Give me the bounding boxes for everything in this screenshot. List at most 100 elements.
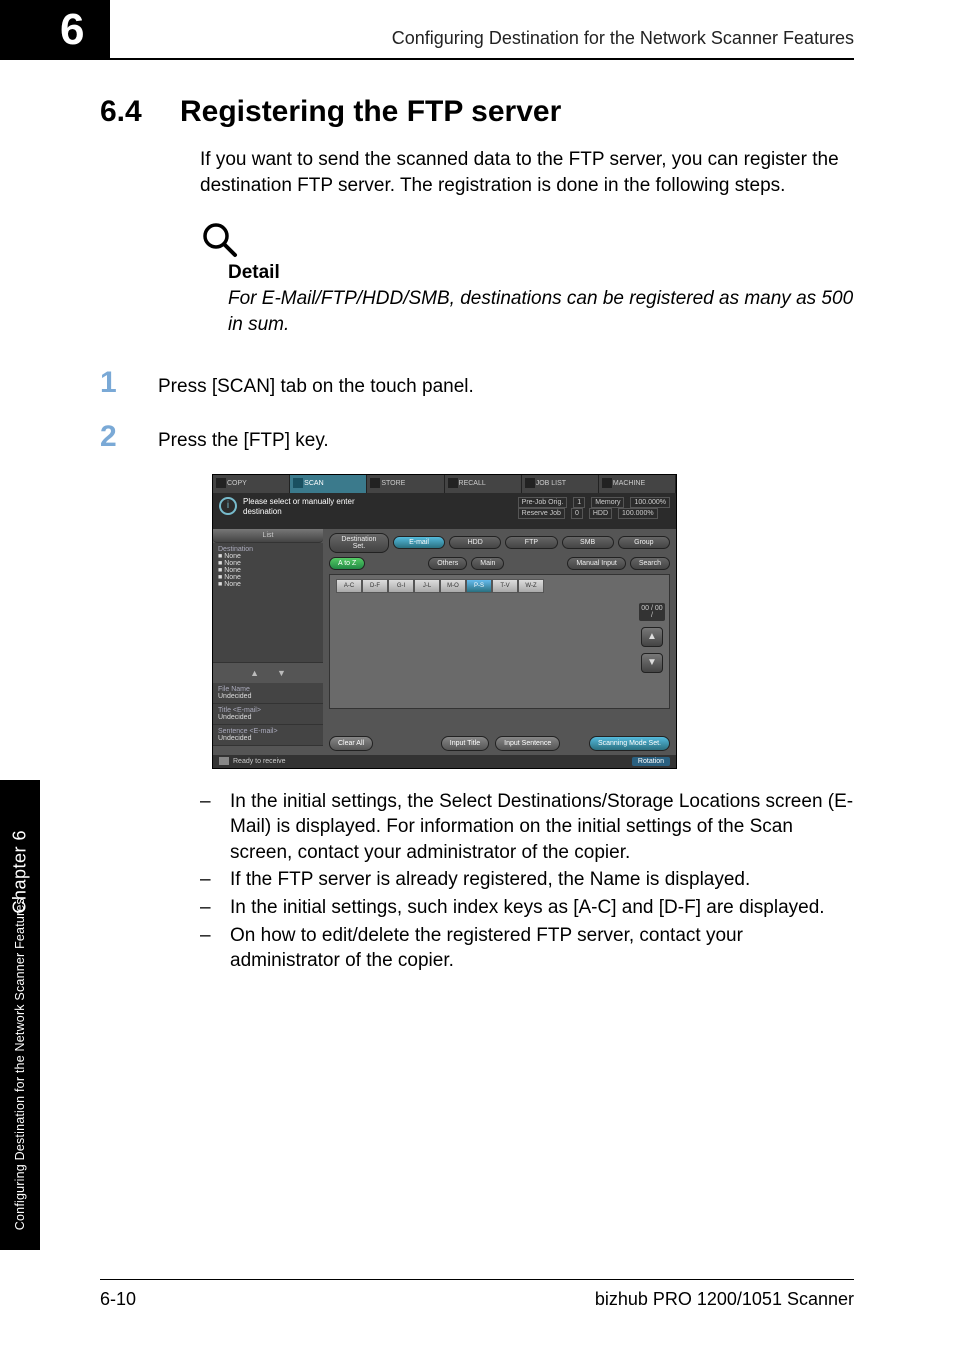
list-button[interactable]: List bbox=[213, 529, 323, 543]
ui-right-column: Destination Set. E-mail HDD FTP SMB Grou… bbox=[323, 529, 676, 755]
destination-set-pill[interactable]: Destination Set. bbox=[329, 533, 389, 553]
destination-block: Destination ■ None ■ None ■ None ■ None … bbox=[213, 543, 323, 663]
note-2: –If the FTP server is already registered… bbox=[200, 867, 854, 893]
side-chapter-tab: Chapter 6 Configuring Destination for th… bbox=[0, 780, 40, 1250]
index-gi[interactable]: G-I bbox=[388, 579, 414, 593]
job-r0c2: Memory bbox=[591, 497, 624, 508]
ui-tabbar: COPY SCAN STORE RECALL JOB LIST MACHINE bbox=[213, 475, 676, 493]
destination-label: Destination bbox=[218, 546, 318, 553]
step-1: 1 Press [SCAN] tab on the touch panel. bbox=[100, 366, 854, 400]
tab-copy[interactable]: COPY bbox=[213, 475, 290, 493]
index-row: A-C D-F G-I J-L M-O P-S T-V W-Z bbox=[336, 579, 544, 593]
dest-item-3: ■ None bbox=[218, 574, 318, 581]
list-pager: 00 / 00 / ▲ ▼ bbox=[639, 603, 665, 673]
section-heading: 6.4Registering the FTP server bbox=[100, 95, 854, 129]
sentence-block: Sentence <E-mail> Undecided bbox=[213, 725, 323, 746]
rotation-button[interactable]: Rotation bbox=[632, 757, 670, 766]
note-1-text: In the initial settings, the Select Dest… bbox=[230, 789, 854, 866]
manual-input-button[interactable]: Manual Input bbox=[567, 557, 625, 570]
dest-item-2: ■ None bbox=[218, 567, 318, 574]
store-icon bbox=[370, 478, 380, 488]
tab-scan[interactable]: SCAN bbox=[290, 475, 367, 493]
section-number: 6.4 bbox=[100, 95, 180, 129]
dest-item-4: ■ None bbox=[218, 581, 318, 588]
tab-copy-label: COPY bbox=[227, 480, 247, 487]
job-r0c0: Pre-Job Orig. bbox=[518, 497, 568, 508]
atoz-button[interactable]: A to Z bbox=[329, 557, 365, 570]
filename-block: File Name Undecided bbox=[213, 683, 323, 704]
machine-icon bbox=[602, 478, 612, 488]
chapter-corner-tab: 6 bbox=[0, 0, 110, 60]
recall-icon bbox=[448, 478, 458, 488]
note-4: –On how to edit/delete the registered FT… bbox=[200, 923, 854, 974]
tab-machine[interactable]: MACHINE bbox=[599, 475, 676, 493]
tab-joblist[interactable]: JOB LIST bbox=[522, 475, 599, 493]
product-name: bizhub PRO 1200/1051 Scanner bbox=[595, 1289, 854, 1310]
info-line1: Please select or manually enter bbox=[243, 497, 355, 506]
main-button[interactable]: Main bbox=[471, 557, 504, 570]
smb-pill[interactable]: SMB bbox=[562, 536, 614, 549]
page-down-button[interactable]: ▼ bbox=[641, 653, 663, 673]
dest-up-icon[interactable]: ▲ bbox=[250, 668, 259, 678]
index-ps[interactable]: P-S bbox=[466, 579, 492, 593]
others-button[interactable]: Others bbox=[428, 557, 467, 570]
step-1-text: Press [SCAN] tab on the touch panel. bbox=[158, 376, 474, 398]
tab-store[interactable]: STORE bbox=[367, 475, 444, 493]
chapter-number: 6 bbox=[0, 0, 110, 55]
dest-item-1: ■ None bbox=[218, 560, 318, 567]
hdd-pill[interactable]: HDD bbox=[449, 536, 501, 549]
note-3-text: In the initial settings, such index keys… bbox=[230, 895, 825, 921]
index-wz[interactable]: W-Z bbox=[518, 579, 544, 593]
dest-down-icon[interactable]: ▼ bbox=[277, 668, 286, 678]
step-2: 2 Press the [FTP] key. bbox=[100, 420, 854, 454]
clear-all-button[interactable]: Clear All bbox=[329, 736, 373, 751]
info-icon: i bbox=[219, 497, 237, 515]
search-button[interactable]: Search bbox=[630, 557, 670, 570]
index-df[interactable]: D-F bbox=[362, 579, 388, 593]
ftp-pill[interactable]: FTP bbox=[505, 536, 557, 549]
email-pill[interactable]: E-mail bbox=[393, 536, 445, 549]
step-1-number: 1 bbox=[100, 366, 158, 400]
page-number: 6-10 bbox=[100, 1289, 136, 1310]
index-tv[interactable]: T-V bbox=[492, 579, 518, 593]
step-2-text: Press the [FTP] key. bbox=[158, 430, 329, 452]
scanning-mode-set-button[interactable]: Scanning Mode Set. bbox=[589, 736, 670, 751]
note-3: –In the initial settings, such index key… bbox=[200, 895, 854, 921]
index-mo[interactable]: M-O bbox=[440, 579, 466, 593]
group-pill[interactable]: Group bbox=[618, 536, 670, 549]
info-line2: destination bbox=[243, 507, 282, 516]
ui-status-bar: Ready to receive Rotation bbox=[213, 755, 676, 768]
note-4-text: On how to edit/delete the registered FTP… bbox=[230, 923, 854, 974]
index-jl[interactable]: J-L bbox=[414, 579, 440, 593]
note-2-text: If the FTP server is already registered,… bbox=[230, 867, 750, 893]
tab-scan-label: SCAN bbox=[304, 480, 323, 487]
title-value: Undecided bbox=[218, 714, 318, 721]
ui-info-bar: i Please select or manually enter destin… bbox=[213, 493, 676, 529]
input-sentence-button[interactable]: Input Sentence bbox=[495, 736, 560, 751]
copy-icon bbox=[216, 478, 226, 488]
bottom-row: Clear All Input Title Input Sentence Sca… bbox=[329, 736, 670, 751]
intro-paragraph: If you want to send the scanned data to … bbox=[200, 147, 854, 198]
side-chapter-title: Configuring Destination for the Network … bbox=[13, 898, 27, 1230]
magnifier-icon bbox=[200, 220, 854, 260]
list-area: A-C D-F G-I J-L M-O P-S T-V W-Z 00 / 00 … bbox=[329, 574, 670, 709]
job-r1c2: HDD bbox=[589, 508, 612, 519]
footer-rule bbox=[100, 1279, 854, 1281]
header-rule bbox=[110, 58, 854, 60]
tab-machine-label: MACHINE bbox=[613, 480, 645, 487]
page-up-button[interactable]: ▲ bbox=[641, 627, 663, 647]
ui-main-area: List Destination ■ None ■ None ■ None ■ … bbox=[213, 529, 676, 755]
tab-store-label: STORE bbox=[381, 480, 405, 487]
job-r1c1: 0 bbox=[571, 508, 583, 519]
dest-item-0: ■ None bbox=[218, 553, 318, 560]
tab-recall[interactable]: RECALL bbox=[445, 475, 522, 493]
tab-recall-label: RECALL bbox=[459, 480, 486, 487]
dest-scroll-arrows[interactable]: ▲▼ bbox=[213, 663, 323, 683]
scan-icon bbox=[293, 478, 303, 488]
detail-label: Detail bbox=[228, 262, 854, 284]
input-title-button[interactable]: Input Title bbox=[441, 736, 489, 751]
index-ac[interactable]: A-C bbox=[336, 579, 362, 593]
filename-value: Undecided bbox=[218, 693, 318, 700]
running-head: Configuring Destination for the Network … bbox=[392, 28, 854, 49]
joblist-icon bbox=[525, 478, 535, 488]
